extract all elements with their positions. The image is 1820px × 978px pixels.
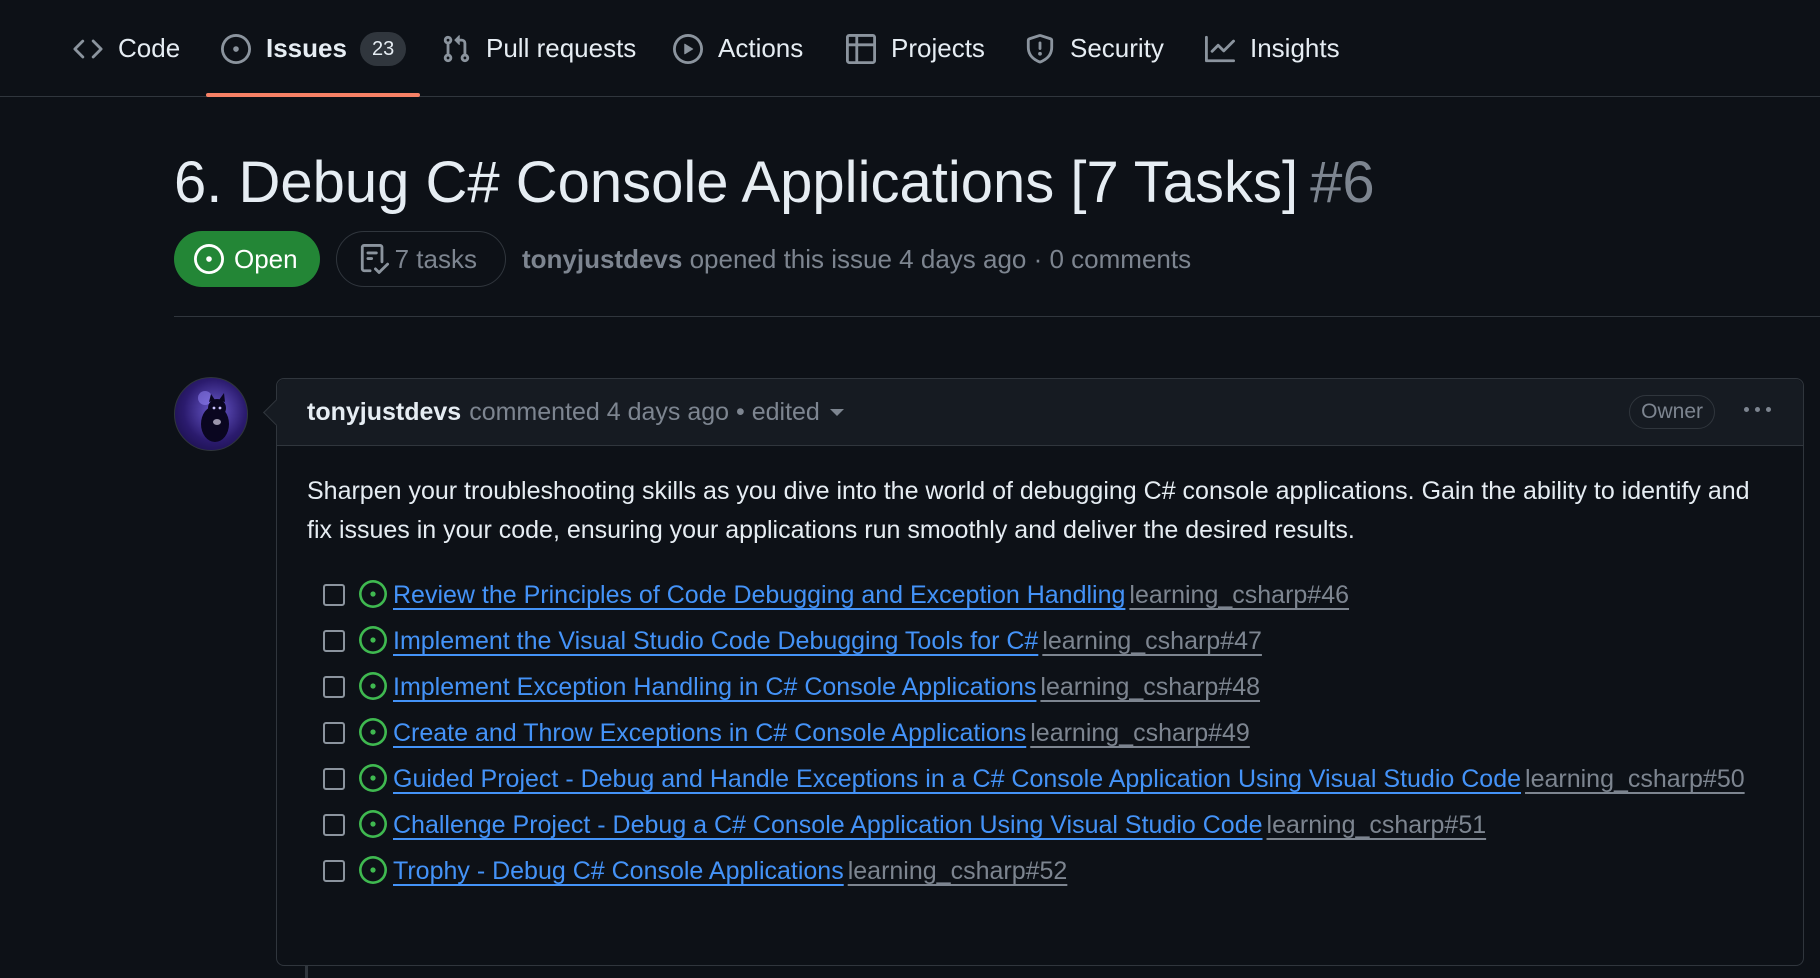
kebab-dot [1755, 407, 1760, 412]
issue-opened-icon [359, 764, 387, 792]
repo-nav: Code Issues 23 Pull requests Actions Pro… [0, 0, 1820, 97]
comment-body: Sharpen your troubleshooting skills as y… [277, 446, 1803, 891]
avatar[interactable] [174, 377, 248, 451]
task-list-item: Review the Principles of Code Debugging … [307, 576, 1773, 615]
task-issue-link[interactable]: Create and Throw Exceptions in C# Consol… [393, 719, 1026, 747]
task-issue-ref[interactable]: learning_csharp#50 [1525, 765, 1745, 793]
task-list-item: Implement the Visual Studio Code Debuggi… [307, 622, 1773, 661]
issue-opened-icon [359, 580, 387, 608]
tab-code[interactable]: Code [72, 0, 180, 97]
task-checkbox[interactable] [323, 584, 345, 606]
tab-label: Security [1070, 33, 1164, 63]
comment-options-button[interactable] [1744, 407, 1771, 412]
tab-label: Actions [718, 33, 804, 63]
task-issue-ref[interactable]: learning_csharp#47 [1042, 627, 1262, 655]
issue-state-badge: Open [174, 231, 320, 287]
table-icon [845, 33, 877, 65]
task-issue-ref[interactable]: learning_csharp#49 [1030, 719, 1250, 747]
issue-state-label: Open [234, 243, 298, 274]
code-icon [72, 33, 104, 65]
tab-actions[interactable]: Actions [672, 0, 803, 97]
issue-opened-icon [359, 856, 387, 884]
task-issue-ref[interactable]: learning_csharp#46 [1129, 581, 1349, 609]
task-checkbox[interactable] [323, 676, 345, 698]
issue-opened-icon [194, 244, 224, 274]
issue-opened-icon [359, 810, 387, 838]
issue-title-text: 6. Debug C# Console Applications [7 Task… [174, 150, 1299, 215]
issue-title: 6. Debug C# Console Applications [7 Task… [174, 148, 1375, 218]
tasks-count: 7 tasks [394, 243, 477, 274]
comment-header: tonyjustdevs commented 4 days ago • edit… [277, 379, 1803, 446]
graph-icon [1204, 33, 1236, 65]
issue-meta-text: tonyjustdevs opened this issue 4 days ag… [522, 244, 1191, 275]
task-list-item: Create and Throw Exceptions in C# Consol… [307, 714, 1773, 753]
owner-badge: Owner [1629, 395, 1715, 429]
comment-box: tonyjustdevs commented 4 days ago • edit… [276, 378, 1804, 966]
issue-meta-row: Open 7 tasks tonyjustdevs opened this is… [174, 230, 1191, 288]
task-issue-link[interactable]: Implement the Visual Studio Code Debuggi… [393, 627, 1038, 655]
kebab-dot [1766, 407, 1771, 412]
task-issue-link[interactable]: Review the Principles of Code Debugging … [393, 581, 1125, 609]
kebab-dot [1744, 407, 1749, 412]
tab-security[interactable]: Security [1024, 0, 1164, 97]
play-icon [672, 33, 704, 65]
task-issue-link[interactable]: Trophy - Debug C# Console Applications [393, 857, 844, 885]
task-issue-link[interactable]: Challenge Project - Debug a C# Console A… [393, 811, 1263, 839]
task-list-item: Trophy - Debug C# Console Applications le… [307, 852, 1773, 891]
task-checkbox[interactable] [323, 630, 345, 652]
tab-label: Issues [266, 33, 347, 63]
issue-opened-text: opened this issue 4 days ago · 0 comment… [689, 243, 1192, 274]
cat-avatar-image [198, 391, 229, 442]
issue-opened-icon [359, 718, 387, 746]
tab-label: Pull requests [486, 33, 637, 63]
comment-meta[interactable]: commented 4 days ago • edited [469, 398, 820, 427]
tab-label: Code [118, 33, 181, 63]
issue-opened-icon [220, 33, 252, 65]
task-issue-ref[interactable]: learning_csharp#48 [1040, 673, 1260, 701]
tab-pull-requests[interactable]: Pull requests [440, 0, 636, 97]
tab-insights[interactable]: Insights [1204, 0, 1340, 97]
task-checkbox[interactable] [323, 860, 345, 882]
git-pull-request-icon [440, 33, 472, 65]
task-checkbox[interactable] [323, 722, 345, 744]
chevron-down-icon[interactable] [829, 408, 844, 416]
issues-counter: 23 [359, 31, 407, 66]
task-list-item: Implement Exception Handling in C# Conso… [307, 668, 1773, 707]
issue-opened-icon [359, 672, 387, 700]
tasks-progress-pill[interactable]: 7 tasks [335, 231, 506, 287]
issue-opened-icon [359, 626, 387, 654]
header-divider [174, 316, 1820, 317]
task-issue-ref[interactable]: learning_csharp#51 [1267, 811, 1487, 839]
comment-description: Sharpen your troubleshooting skills as y… [307, 477, 1750, 544]
task-list-item: Guided Project - Debug and Handle Except… [307, 760, 1773, 799]
task-checkbox[interactable] [323, 768, 345, 790]
task-issue-link[interactable]: Implement Exception Handling in C# Conso… [393, 673, 1036, 701]
task-list: Review the Principles of Code Debugging … [307, 576, 1773, 891]
tab-issues[interactable]: Issues 23 [205, 0, 421, 97]
shield-icon [1024, 33, 1056, 65]
tab-label: Projects [891, 33, 985, 63]
issue-author-link[interactable]: tonyjustdevs [522, 244, 682, 274]
tab-label: Insights [1250, 33, 1340, 63]
timeline-line [305, 966, 308, 978]
checklist-icon [360, 244, 389, 274]
task-issue-ref[interactable]: learning_csharp#52 [848, 857, 1068, 885]
comment-author-link[interactable]: tonyjustdevs [307, 398, 461, 427]
task-issue-link[interactable]: Guided Project - Debug and Handle Except… [393, 765, 1521, 793]
tab-projects[interactable]: Projects [845, 0, 985, 97]
issue-number: #6 [1310, 150, 1375, 215]
task-list-item: Challenge Project - Debug a C# Console A… [307, 806, 1773, 845]
task-checkbox[interactable] [323, 814, 345, 836]
